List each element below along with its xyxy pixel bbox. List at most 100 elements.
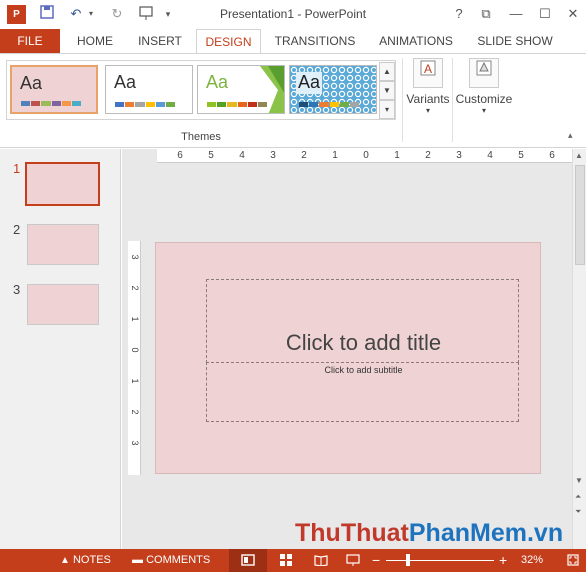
fit-slide-button[interactable] [564, 549, 582, 572]
subtitle-placeholder[interactable]: Click to add subtitle [206, 362, 519, 422]
chevron-down-icon: ▾ [481, 106, 486, 115]
theme-sample-text: Aa [206, 72, 229, 92]
watermark-part: Thu [295, 519, 341, 547]
status-bar: ▲ NOTES ▬ COMMENTS − + 32% [0, 549, 586, 572]
ruler-tick-label: 3 [130, 254, 140, 260]
zoom-slider-track[interactable] [386, 560, 494, 561]
comments-label: COMMENTS [146, 554, 211, 566]
notes-label: NOTES [72, 554, 111, 566]
group-divider [452, 58, 453, 142]
vertical-scrollbar[interactable]: ▲ ▼ ⏶ ⏷ [572, 149, 586, 549]
tab-insert[interactable]: INSERT [130, 29, 190, 53]
theme-office[interactable]: Aa [105, 65, 193, 114]
ruler-tick-label: 2 [130, 285, 140, 291]
slide-show-button[interactable] [341, 549, 365, 572]
themes-group-label: Themes [181, 131, 221, 143]
slide-number: 2 [13, 222, 21, 237]
slide-canvas[interactable]: Click to add title Click to add subtitle [155, 242, 541, 474]
ruler-tick-label: 1 [130, 378, 140, 384]
ruler-tick-label: 0 [363, 150, 369, 161]
ruler-tick-label: 1 [332, 150, 338, 161]
slide-thumbnail-2[interactable] [27, 224, 99, 265]
ruler-tick-label: 3 [270, 150, 276, 161]
close-button[interactable]: ✕ [560, 4, 586, 24]
watermark-part: PhanMem [408, 519, 527, 547]
gallery-scroll-down-button[interactable]: ▼ [379, 81, 395, 100]
theme-color-swatches [299, 102, 360, 107]
subtitle-placeholder-text: Click to add subtitle [324, 365, 403, 375]
ruler-tick-label: 2 [301, 150, 307, 161]
theme-facet[interactable]: Aa [197, 65, 285, 114]
scrollbar-thumb[interactable] [575, 165, 585, 265]
collapse-ribbon-icon[interactable]: ▴ [568, 130, 573, 141]
watermark-part: Thuat [340, 519, 409, 547]
tab-animations[interactable]: ANIMATIONS [370, 29, 462, 53]
normal-view-icon [241, 554, 255, 566]
scroll-down-icon[interactable]: ▼ [575, 476, 583, 485]
theme-pink[interactable]: Aa [10, 65, 98, 114]
ruler-tick-label: 3 [130, 440, 140, 446]
tab-home[interactable]: HOME [66, 29, 124, 53]
normal-view-button[interactable] [229, 549, 267, 572]
group-divider [402, 58, 403, 142]
customize-button[interactable]: Customize ▾ [455, 58, 513, 124]
slide-editing-area: 6 5 4 3 2 1 0 1 2 3 4 5 6 3 2 1 0 1 2 3 Click to add title… [122, 149, 572, 549]
slide-thumbnail-3[interactable] [27, 284, 99, 325]
ruler-tick-label: 5 [208, 150, 214, 161]
zoom-out-button[interactable]: − [372, 549, 380, 572]
ruler-tick-label: 6 [549, 150, 555, 161]
variants-button[interactable]: A Variants ▾ [405, 58, 451, 124]
tab-design[interactable]: DESIGN [196, 29, 261, 54]
watermark: ThuThuatPhanMem.vn [295, 519, 565, 548]
ruler-tick-label: 2 [425, 150, 431, 161]
tab-file[interactable]: FILE [0, 29, 60, 53]
comment-icon: ▬ [132, 554, 143, 566]
minimize-button[interactable]: — [503, 4, 529, 24]
gallery-scroll-up-button[interactable]: ▲ [379, 62, 395, 81]
ruler-tick-label: 4 [487, 150, 493, 161]
customize-label: Customize [455, 92, 513, 106]
zoom-slider-thumb[interactable] [406, 554, 410, 566]
zoom-in-button[interactable]: + [499, 549, 507, 572]
scroll-up-icon[interactable]: ▲ [575, 151, 583, 160]
ribbon-display-options-button[interactable]: ⧉ [473, 4, 499, 24]
slide-thumbnail-1[interactable] [25, 162, 100, 206]
help-button[interactable]: ? [446, 4, 472, 24]
slide-sorter-icon [280, 554, 292, 567]
ruler-tick-label: 1 [394, 150, 400, 161]
previous-slide-icon[interactable]: ⏶ [575, 492, 581, 502]
tab-slide-show[interactable]: SLIDE SHOW [470, 29, 560, 53]
fit-slide-icon [567, 554, 579, 566]
gallery-more-button[interactable]: ▾ [379, 100, 395, 119]
ruler-tick-label: 0 [130, 347, 140, 353]
title-bar: P ↶ ▾ ↻ ▾ Presentation1 - PowerPoint ? ⧉… [0, 0, 586, 29]
ribbon-design: Aa Aa Aa Aa ▲ ▼ ▾ Themes A Variants ▾ Cu… [0, 53, 586, 148]
maximize-button[interactable]: ☐ [532, 4, 558, 24]
comments-button[interactable]: ▬ COMMENTS [132, 549, 210, 572]
ribbon-tabs: FILE HOME INSERT DESIGN TRANSITIONS ANIM… [0, 29, 586, 54]
slide-number: 1 [13, 161, 21, 176]
next-slide-icon[interactable]: ⏷ [575, 507, 581, 517]
title-placeholder-text: Click to add title [285, 330, 442, 355]
notes-button[interactable]: ▲ NOTES [60, 549, 111, 572]
theme-sample-text: Aa [114, 72, 137, 92]
theme-sample-text: Aa [298, 72, 321, 92]
ruler-tick-label: 5 [518, 150, 524, 161]
slide-show-icon [346, 554, 360, 567]
ruler-tick-label: 4 [239, 150, 245, 161]
format-background-icon [469, 58, 499, 88]
ruler-tick-label: 2 [130, 409, 140, 415]
ruler-tick-label: 3 [456, 150, 462, 161]
variants-icon: A [413, 58, 443, 88]
zoom-level[interactable]: 32% [521, 549, 543, 572]
theme-sample-text: Aa [20, 73, 43, 93]
slide-sorter-button[interactable] [276, 549, 296, 572]
theme-color-swatches [115, 102, 176, 107]
theme-pattern[interactable]: Aa [289, 65, 377, 114]
reading-view-button[interactable] [309, 549, 333, 572]
theme-color-swatches [207, 102, 268, 107]
tab-transitions[interactable]: TRANSITIONS [268, 29, 362, 53]
watermark-part: .vn [526, 519, 564, 547]
title-placeholder[interactable]: Click to add title [206, 279, 519, 363]
theme-color-swatches [21, 101, 82, 106]
